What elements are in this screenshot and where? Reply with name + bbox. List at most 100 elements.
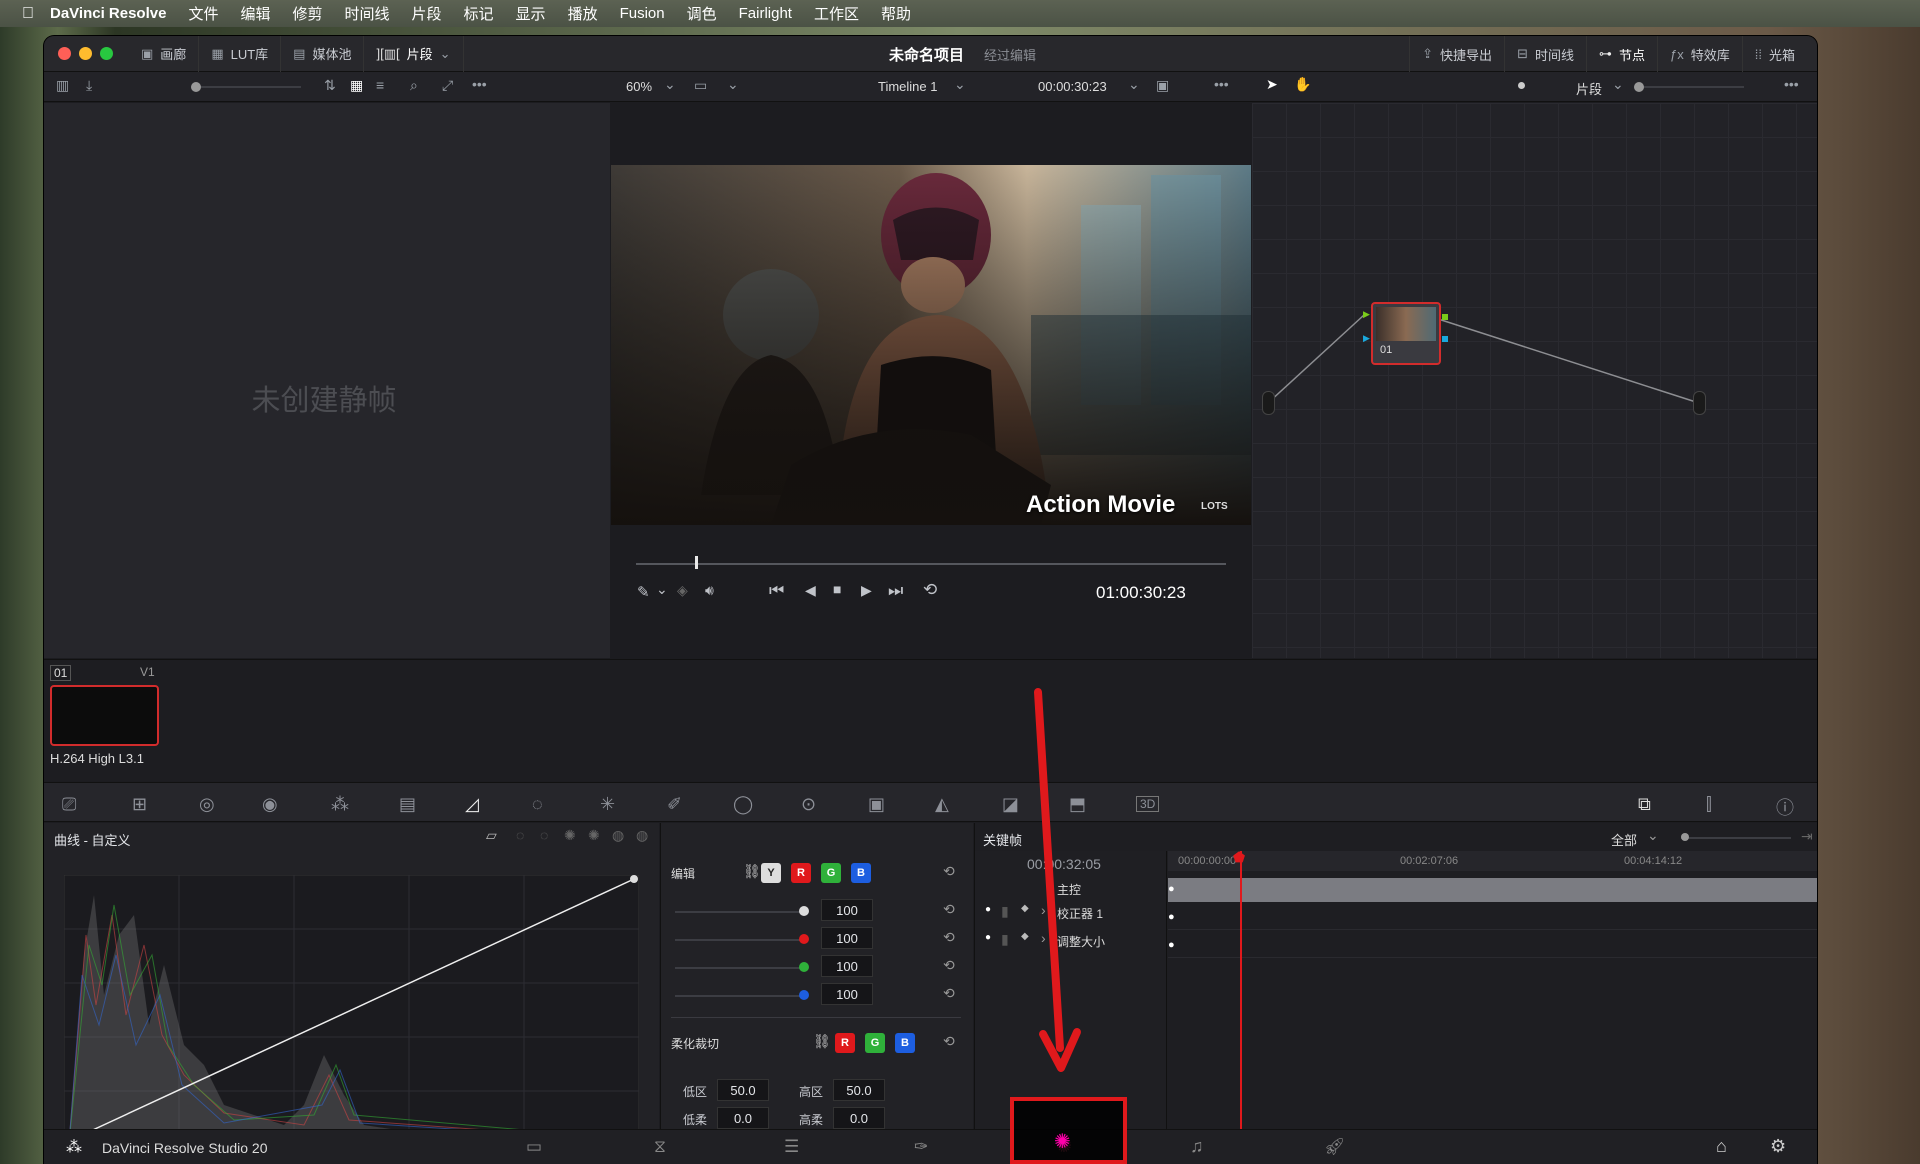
- node-mode-dot[interactable]: [1518, 82, 1525, 89]
- menu-edit[interactable]: 编辑: [240, 3, 270, 24]
- b-intensity-slider[interactable]: [675, 995, 805, 997]
- kf-row-resize-expand-icon[interactable]: ›: [1041, 930, 1046, 946]
- kf-row-master[interactable]: 主控: [1057, 881, 1081, 898]
- magic-mask-icon[interactable]: ▣: [868, 794, 885, 815]
- fusion-page-icon[interactable]: ✑: [914, 1137, 928, 1157]
- layers-icon[interactable]: ◈: [677, 582, 688, 599]
- lum-vs-sat-icon[interactable]: ✺: [588, 827, 600, 844]
- zoom-chevron-icon[interactable]: ⌄: [664, 76, 676, 93]
- keyframes-filter[interactable]: 全部: [1611, 830, 1637, 849]
- effects-panel-button[interactable]: ƒx 特效库: [1658, 36, 1743, 72]
- keyframe-playhead-handle[interactable]: ⬟: [1233, 849, 1245, 866]
- minimize-window-button[interactable]: [79, 47, 92, 60]
- timeline-selector[interactable]: Timeline 1: [878, 79, 937, 94]
- window-icon[interactable]: ◯: [733, 794, 753, 815]
- clip-thumbnail[interactable]: [50, 685, 159, 746]
- high-value[interactable]: 50.0: [833, 1079, 885, 1101]
- menu-clip[interactable]: 片段: [412, 3, 442, 24]
- stop-icon[interactable]: ■: [833, 581, 841, 597]
- project-settings-icon[interactable]: ⚙: [1770, 1136, 1786, 1157]
- r-intensity-knob[interactable]: [799, 934, 809, 944]
- kf-row-corrector-dot[interactable]: ●: [985, 904, 991, 915]
- y-intensity-knob[interactable]: [799, 906, 809, 916]
- media-page-icon[interactable]: ▭: [526, 1137, 542, 1157]
- hue-vs-sat-icon[interactable]: ◌: [540, 827, 548, 843]
- color-match-icon[interactable]: ⊞: [132, 794, 147, 815]
- zoom-window-button[interactable]: [100, 47, 113, 60]
- link-icon[interactable]: ⛓: [743, 863, 761, 880]
- menu-app-name[interactable]: DaVinci Resolve: [50, 5, 166, 22]
- b-intensity-value[interactable]: 100: [821, 983, 873, 1005]
- blur-icon[interactable]: ◭: [935, 794, 949, 815]
- mode-chevron-icon[interactable]: ⌄: [1612, 76, 1624, 93]
- menu-view[interactable]: 显示: [516, 3, 546, 24]
- keyframe-playhead[interactable]: [1240, 851, 1242, 1161]
- reset-b-icon[interactable]: ⟲: [943, 985, 955, 1002]
- channel-b-button[interactable]: B: [851, 863, 871, 883]
- viewer-mode-chevron-icon[interactable]: ⌄: [727, 76, 739, 93]
- qualifier-picker-icon[interactable]: ✐: [667, 794, 682, 815]
- low-soft-value[interactable]: 0.0: [717, 1107, 769, 1129]
- curve-graph[interactable]: [64, 875, 639, 1145]
- high-soft-value[interactable]: 0.0: [833, 1107, 885, 1129]
- keyframe-track-master[interactable]: [1168, 878, 1817, 902]
- reset-y-icon[interactable]: ⟲: [943, 901, 955, 918]
- channel-g-button[interactable]: G: [821, 863, 841, 883]
- jump-to-start-icon[interactable]: ⏮︎: [769, 581, 784, 601]
- soft-clip-link-icon[interactable]: ⛓: [813, 1033, 831, 1050]
- curve-editor-icon[interactable]: ▱: [486, 827, 497, 844]
- soft-clip-g-button[interactable]: G: [865, 1033, 885, 1053]
- channel-r-button[interactable]: R: [791, 863, 811, 883]
- node-output-alpha-dot[interactable]: [1442, 336, 1448, 342]
- scrubber-track[interactable]: [636, 563, 1226, 565]
- sidebar-toggle-icon[interactable]: ▥: [56, 77, 69, 94]
- tracker-icon[interactable]: ⊙: [801, 794, 816, 815]
- import-still-icon[interactable]: ⤓: [86, 77, 92, 94]
- hue-vs-lum-icon[interactable]: ✺: [564, 827, 576, 844]
- expand-icon[interactable]: ⤢: [442, 77, 453, 94]
- r-intensity-value[interactable]: 100: [821, 927, 873, 949]
- keyframe-track-resize[interactable]: [1168, 934, 1817, 958]
- expand-keyframes-icon[interactable]: ⇥: [1801, 828, 1813, 845]
- eyedropper-icon[interactable]: ✎: [637, 583, 650, 601]
- zoom-level[interactable]: 60%: [626, 79, 652, 94]
- tab-gallery[interactable]: ▣ 画廊: [129, 36, 200, 72]
- node-output-rgb-dot[interactable]: [1442, 314, 1448, 320]
- node-mode-selector[interactable]: 片段: [1576, 79, 1602, 98]
- fairlight-page-icon[interactable]: ♫: [1190, 1136, 1204, 1157]
- sat-vs-lum-icon[interactable]: ◍: [636, 827, 648, 844]
- 3d-icon[interactable]: 3D: [1136, 796, 1160, 812]
- hue-vs-hue-icon[interactable]: ◌: [516, 827, 524, 843]
- y-intensity-value[interactable]: 100: [821, 899, 873, 921]
- search-icon[interactable]: ⌕: [410, 77, 418, 94]
- project-manager-icon[interactable]: ⌂: [1716, 1136, 1727, 1157]
- more-viewer-options-icon[interactable]: •••: [1214, 76, 1229, 92]
- cut-page-icon[interactable]: ⧖: [654, 1137, 666, 1157]
- gallery-zoom-knob[interactable]: [191, 82, 201, 92]
- scrubber-playhead[interactable]: [695, 556, 698, 569]
- menu-timeline[interactable]: 时间线: [345, 3, 390, 24]
- menu-fairlight[interactable]: Fairlight: [739, 5, 792, 22]
- g-intensity-knob[interactable]: [799, 962, 809, 972]
- keyframe-zoom-knob[interactable]: [1681, 833, 1689, 841]
- gallery-zoom-slider[interactable]: [191, 86, 301, 88]
- output-node[interactable]: [1693, 391, 1706, 415]
- kf-row-resize-dot[interactable]: ●: [985, 932, 991, 943]
- soft-clip-b-button[interactable]: B: [895, 1033, 915, 1053]
- play-reverse-icon[interactable]: ◀: [805, 582, 816, 599]
- keyframe-zoom-slider[interactable]: [1681, 837, 1791, 839]
- node-zoom-knob[interactable]: [1634, 82, 1644, 92]
- deliver-page-icon[interactable]: 🚀︎: [1324, 1137, 1346, 1157]
- reset-edit-icon[interactable]: ⟲: [943, 863, 955, 880]
- keyframe-ruler[interactable]: 00:00:00:00 00:02:07:06 00:04:14:12: [1168, 851, 1817, 871]
- filter-chevron-icon[interactable]: ⌄: [1647, 827, 1659, 844]
- camera-raw-icon[interactable]: ⎚: [62, 794, 76, 815]
- kf-row-resize[interactable]: 调整大小: [1057, 933, 1105, 950]
- color-page-highlight-icon[interactable]: ✺: [1054, 1129, 1071, 1154]
- kf-row-corrector[interactable]: 校正器 1: [1057, 905, 1103, 922]
- b-intensity-knob[interactable]: [799, 990, 809, 1000]
- reset-soft-clip-icon[interactable]: ⟲: [943, 1033, 955, 1050]
- color-wheels-icon[interactable]: ◎: [199, 794, 215, 815]
- key-icon[interactable]: ◪: [1002, 794, 1019, 815]
- eyedropper-chevron-icon[interactable]: ⌄: [656, 581, 668, 598]
